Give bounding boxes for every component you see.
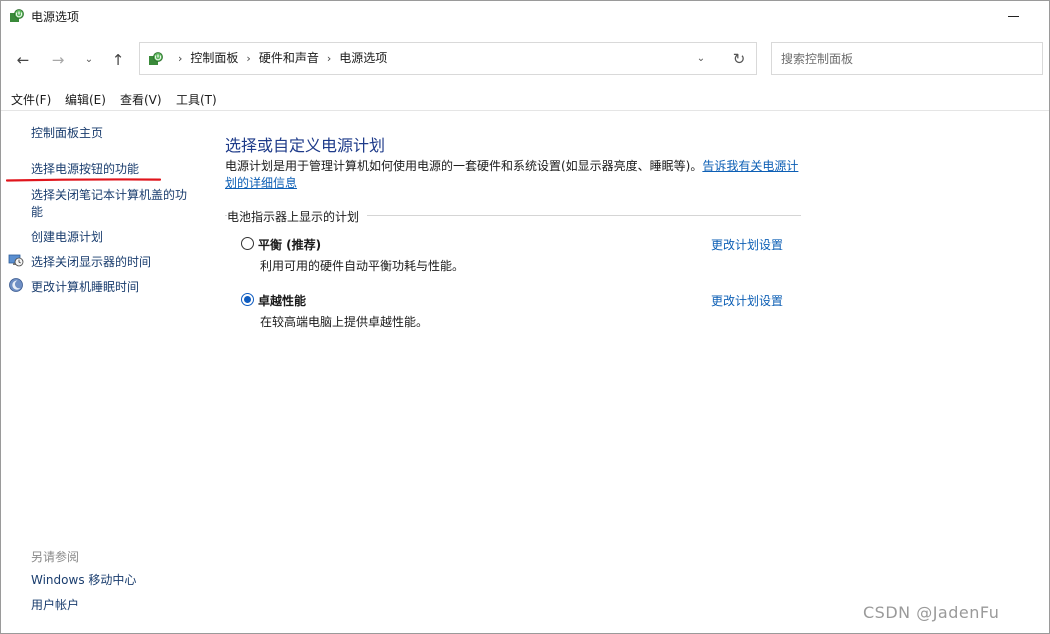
up-arrow-icon[interactable]: ↑ (107, 49, 129, 71)
sidebar-item-choose-power-button[interactable]: 选择电源按钮的功能 (31, 161, 193, 178)
plan-ultimate-performance-radio[interactable] (241, 293, 254, 306)
plan-ultimate-performance: 卓越性能 在较高端电脑上提供卓越性能。 更改计划设置 (241, 292, 801, 332)
change-plan-settings-link[interactable]: 更改计划设置 (711, 292, 783, 309)
power-options-icon (10, 9, 24, 22)
watermark: CSDN @JadenFu (863, 603, 1000, 622)
display-clock-icon (8, 254, 24, 267)
address-bar[interactable]: › 控制面板 › 硬件和声音 › 电源选项 ⌄ ↻ (139, 42, 757, 75)
sidebar: 控制面板主页 选择电源按钮的功能 选择关闭笔记本计算机盖的功能 创建电源计划 选… (1, 111, 201, 633)
plan-name[interactable]: 平衡 (推荐) (258, 236, 321, 253)
refresh-icon[interactable]: ↻ (728, 43, 750, 74)
sidebar-item-display-off-time[interactable]: 选择关闭显示器的时间 (31, 254, 193, 271)
plans-group-label: 电池指示器上显示的计划 (227, 208, 368, 225)
breadcrumb: › 控制面板 › 硬件和声音 › 电源选项 (170, 43, 387, 74)
breadcrumb-separator-icon: › (326, 52, 332, 65)
sidebar-item-change-sleep-time[interactable]: 更改计算机睡眠时间 (31, 279, 193, 296)
plan-balanced-radio[interactable] (241, 237, 254, 250)
power-options-window: 电源选项 ← → ⌄ ↑ › 控制面板 › 硬件和声音 › 电源选项 ⌄ ↻ 文件(F) (0, 0, 1050, 634)
sidebar-item-create-power-plan[interactable]: 创建电源计划 (31, 229, 193, 246)
page-title: 选择或自定义电源计划 (225, 136, 386, 155)
address-dropdown-chevron-icon[interactable]: ⌄ (692, 43, 710, 74)
change-plan-settings-link[interactable]: 更改计划设置 (711, 236, 783, 253)
plan-description: 在较高端电脑上提供卓越性能。 (260, 315, 429, 329)
sleep-moon-icon (9, 278, 23, 292)
back-arrow-icon[interactable]: ← (12, 49, 34, 71)
menu-file[interactable]: 文件(F) (11, 91, 51, 108)
plan-name[interactable]: 卓越性能 (258, 292, 306, 309)
menu-view[interactable]: 查看(V) (120, 91, 162, 108)
plan-balanced: 平衡 (推荐) 利用可用的硬件自动平衡功耗与性能。 更改计划设置 (241, 236, 801, 276)
plan-description: 利用可用的硬件自动平衡功耗与性能。 (260, 259, 465, 273)
breadcrumb-control-panel[interactable]: 控制面板 (190, 51, 238, 65)
menu-bar: 文件(F) 编辑(E) 查看(V) 工具(T) (1, 87, 1049, 111)
sidebar-item-control-panel-home[interactable]: 控制面板主页 (31, 125, 193, 142)
red-underline-annotation (6, 178, 161, 182)
title-bar: 电源选项 (1, 1, 1049, 31)
see-also-windows-mobility-center[interactable]: Windows 移动中心 (31, 572, 193, 589)
navigation-bar: ← → ⌄ ↑ › 控制面板 › 硬件和声音 › 电源选项 ⌄ ↻ (1, 41, 1049, 79)
see-also-heading: 另请参阅 (31, 550, 80, 564)
minimize-button[interactable] (1001, 5, 1027, 27)
recent-locations-chevron-down-icon[interactable]: ⌄ (78, 49, 100, 71)
breadcrumb-separator-icon: › (178, 52, 183, 65)
menu-edit[interactable]: 编辑(E) (65, 91, 106, 108)
window-title: 电源选项 (31, 10, 80, 24)
sidebar-item-choose-lid-close[interactable]: 选择关闭笔记本计算机盖的功能 (31, 187, 193, 221)
search-input[interactable] (772, 43, 1021, 74)
description-text: 电源计划是用于管理计算机如何使用电源的一套硬件和系统设置(如显示器亮度、睡眠等)… (225, 159, 703, 173)
breadcrumb-separator-icon: › (246, 52, 251, 65)
breadcrumb-hardware-and-sound[interactable]: 硬件和声音 (259, 51, 319, 65)
power-options-icon (149, 52, 163, 65)
breadcrumb-power-options[interactable]: 电源选项 (339, 51, 387, 65)
forward-arrow-icon[interactable]: → (47, 49, 69, 71)
see-also-user-accounts[interactable]: 用户帐户 (31, 597, 193, 614)
search-box[interactable] (771, 42, 1043, 75)
page-description: 电源计划是用于管理计算机如何使用电源的一套硬件和系统设置(如显示器亮度、睡眠等)… (225, 158, 803, 192)
menu-tools[interactable]: 工具(T) (176, 91, 217, 108)
